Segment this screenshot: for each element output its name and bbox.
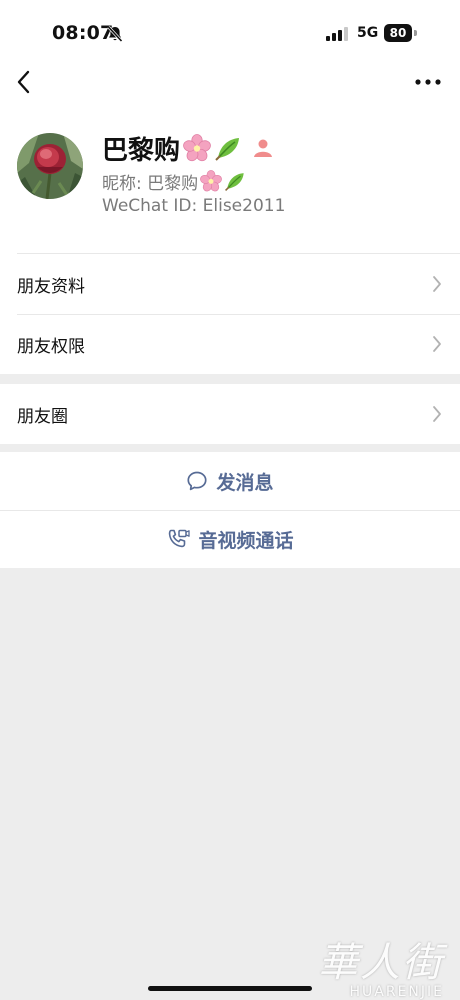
flower-photo bbox=[17, 133, 83, 199]
more-dots-icon bbox=[415, 79, 441, 85]
back-button[interactable] bbox=[14, 68, 42, 98]
row-label: 朋友资料 bbox=[17, 276, 85, 297]
row-label: 朋友圈 bbox=[17, 406, 68, 427]
voice-video-call-label: 音视频通话 bbox=[198, 529, 294, 552]
profile-header: 巴黎购 昵称: 巴黎购 WeChat ID: Elise2011 bbox=[0, 108, 460, 254]
moments-list: 朋友圈 bbox=[0, 384, 460, 444]
row-friend-permissions[interactable]: 朋友权限 bbox=[0, 314, 460, 374]
chevron-right-icon bbox=[433, 406, 441, 422]
wechat-id: WeChat ID: Elise2011 bbox=[102, 196, 286, 216]
send-message-label: 发消息 bbox=[216, 471, 274, 494]
send-message-button[interactable]: 发消息 bbox=[0, 452, 460, 510]
nickname-label: 昵称: 巴黎购 bbox=[102, 173, 199, 194]
friend-settings-list: 朋友资料 朋友权限 bbox=[0, 253, 460, 374]
nav-bar bbox=[0, 60, 460, 108]
chevron-left-icon bbox=[17, 70, 30, 94]
watermark-cn: 華人街 bbox=[318, 940, 444, 986]
contact-person-icon bbox=[254, 139, 273, 157]
status-bar: 08:07 5G 80 bbox=[0, 0, 460, 60]
status-time: 08:07 bbox=[52, 22, 114, 44]
network-type: 5G bbox=[357, 25, 379, 41]
bell-muted-icon bbox=[107, 25, 123, 43]
voice-video-call-button[interactable]: 音视频通话 bbox=[0, 510, 460, 568]
battery-level: 80 bbox=[384, 24, 412, 42]
watermark: 華人街 HUARENJIE bbox=[318, 930, 444, 1000]
row-friend-profile[interactable]: 朋友资料 bbox=[0, 254, 460, 314]
row-moments[interactable]: 朋友圈 bbox=[0, 384, 460, 444]
display-name: 巴黎购 bbox=[102, 135, 181, 166]
home-indicator[interactable] bbox=[148, 986, 312, 991]
leaf-icon bbox=[215, 138, 240, 161]
row-label: 朋友权限 bbox=[17, 336, 85, 357]
battery-tip bbox=[414, 30, 417, 36]
action-block: 发消息 音视频通话 bbox=[0, 452, 460, 568]
avatar[interactable] bbox=[17, 133, 83, 199]
phone-video-icon bbox=[169, 529, 191, 548]
name-row: 巴黎购 bbox=[102, 128, 274, 168]
cherry-blossom-icon bbox=[200, 170, 223, 192]
nickname-row: 昵称: 巴黎购 bbox=[102, 166, 246, 196]
chevron-right-icon bbox=[433, 336, 441, 352]
chevron-right-icon bbox=[433, 276, 441, 292]
signal-icon bbox=[326, 27, 348, 41]
chat-bubble-icon bbox=[187, 471, 208, 491]
cherry-blossom-icon bbox=[183, 134, 211, 162]
more-button[interactable] bbox=[412, 70, 444, 94]
leaf-icon bbox=[225, 173, 244, 191]
